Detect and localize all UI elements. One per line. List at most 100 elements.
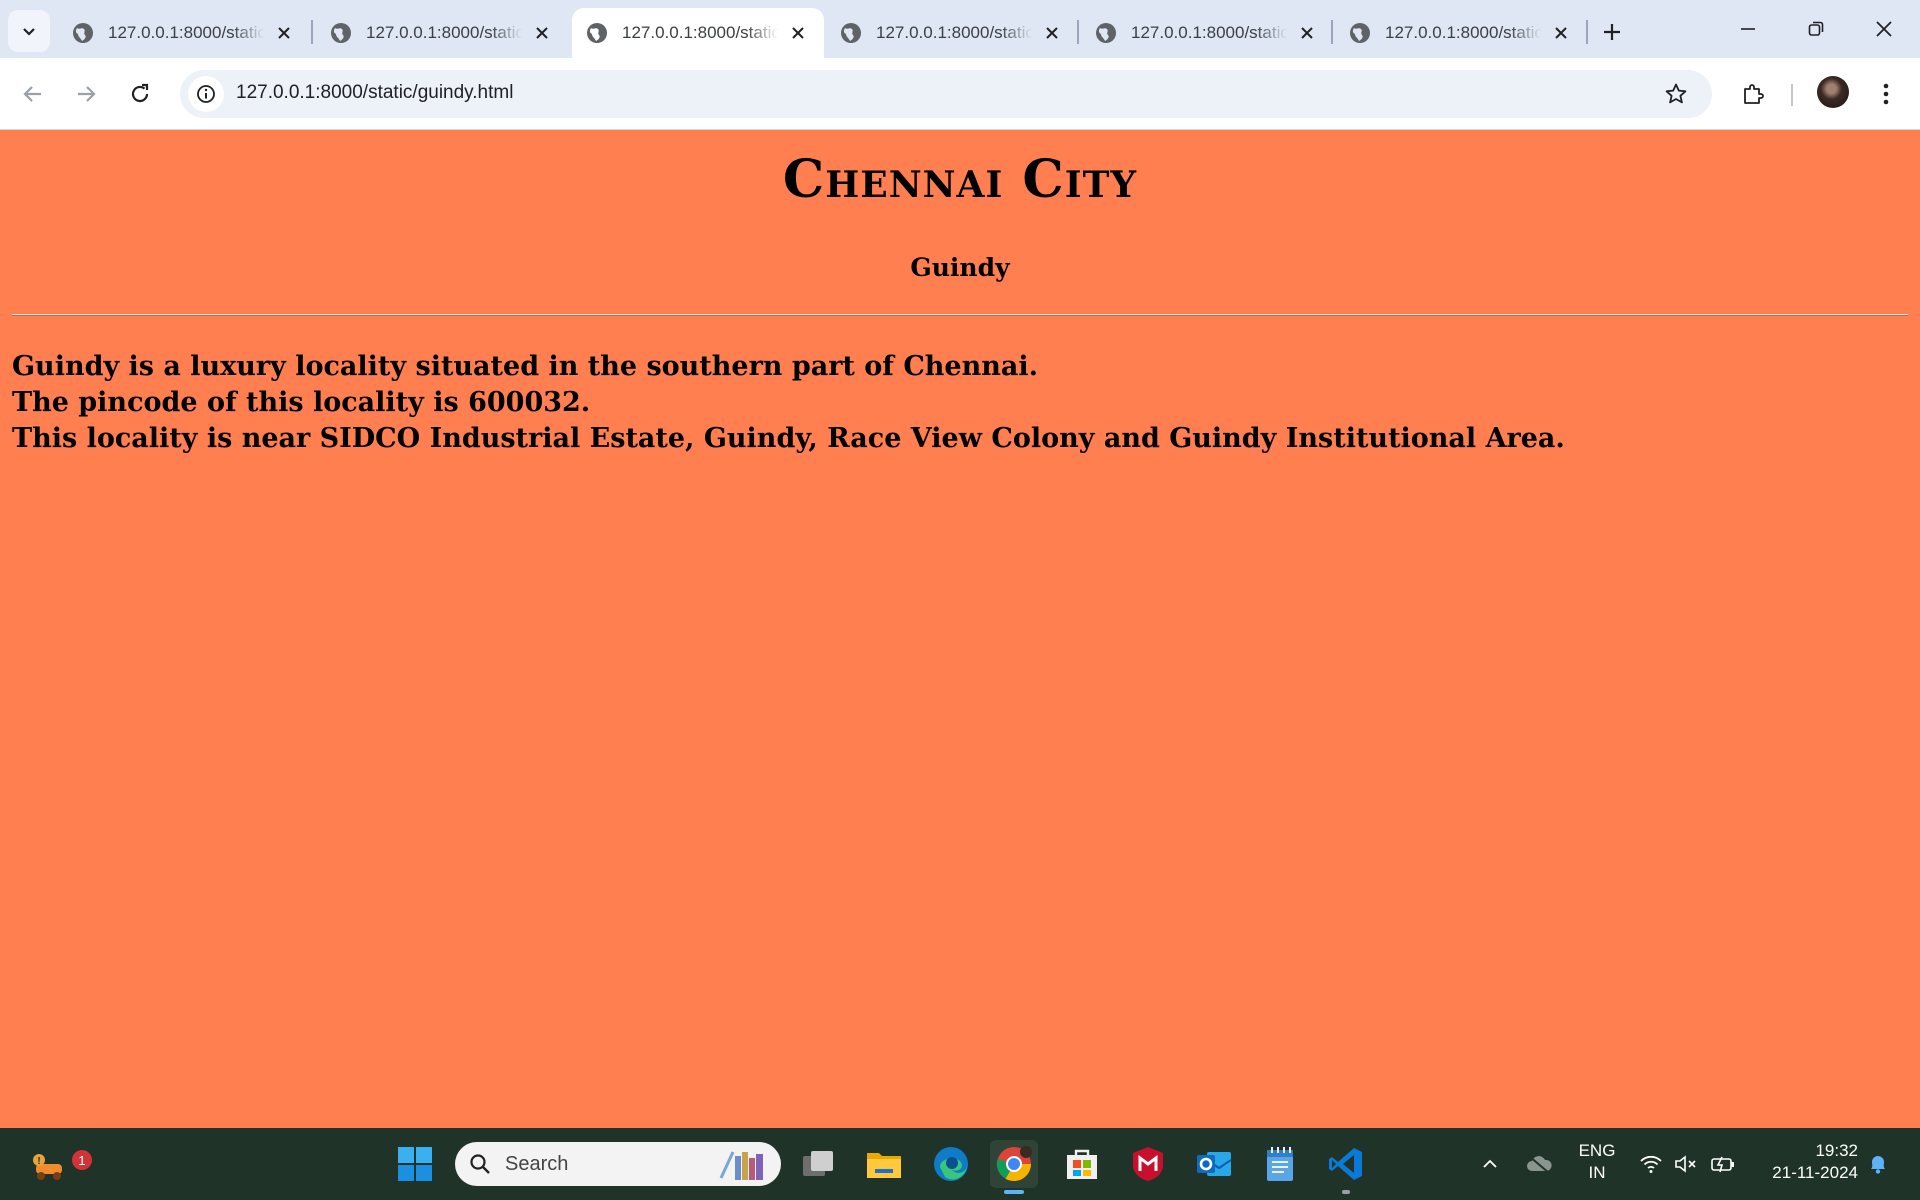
edge-icon: [934, 1147, 968, 1181]
minimize-icon: [1741, 28, 1755, 30]
widgets-button[interactable]: ! 1: [24, 1140, 92, 1188]
windows-start-icon: [398, 1147, 432, 1181]
info-icon: [197, 85, 215, 103]
reload-button[interactable]: [120, 74, 160, 114]
tab-separator: [1077, 20, 1079, 44]
star-icon: [1665, 83, 1687, 104]
outlook-icon: [1197, 1152, 1232, 1176]
start-button[interactable]: [391, 1140, 439, 1188]
close-icon[interactable]: [1295, 21, 1319, 45]
browser-tab[interactable]: 127.0.0.1:8000/static/: [58, 8, 310, 58]
running-app-indicator: [1342, 1190, 1350, 1194]
chrome-icon: [996, 1146, 1032, 1181]
minimize-button[interactable]: [1714, 0, 1782, 58]
chevron-up-icon: [1483, 1159, 1497, 1168]
close-icon[interactable]: [1040, 21, 1064, 45]
tab-title: 127.0.0.1:8000/static/: [1385, 23, 1541, 42]
taskbar-search[interactable]: Search: [455, 1142, 781, 1186]
region-code: IN: [1588, 1163, 1606, 1182]
outlook-button[interactable]: [1190, 1140, 1238, 1188]
arrow-left-icon: [23, 86, 41, 102]
browser-tab[interactable]: 127.0.0.1:8000/static/: [1081, 8, 1333, 58]
page-title: Chennai City: [782, 149, 1138, 210]
clock[interactable]: 19:32 21-11-2024: [1750, 1140, 1858, 1184]
notifications-button[interactable]: [1864, 1128, 1892, 1200]
books-icon: [719, 1151, 763, 1180]
puzzle-icon: [1744, 84, 1764, 104]
reload-icon: [131, 83, 149, 103]
file-explorer-button[interactable]: [860, 1140, 908, 1188]
new-tab-button[interactable]: [1594, 14, 1630, 50]
close-icon[interactable]: [272, 21, 296, 45]
notepad-button[interactable]: [1256, 1140, 1304, 1188]
active-app-indicator: [1004, 1190, 1024, 1194]
volume-status[interactable]: [1672, 1128, 1700, 1200]
store-icon: [1067, 1149, 1097, 1179]
profile-avatar[interactable]: [1817, 76, 1849, 108]
more-vertical-icon: [1883, 83, 1889, 105]
browser-tab[interactable]: 127.0.0.1:8000/static/: [1335, 8, 1587, 58]
store-button[interactable]: [1058, 1140, 1106, 1188]
page-subtitle: Guindy: [910, 253, 1010, 282]
folder-icon: [867, 1153, 901, 1178]
locality-description: Guindy is a luxury locality situated in …: [12, 349, 1565, 457]
volume-muted-icon: [1675, 1155, 1696, 1173]
url-text[interactable]: 127.0.0.1:8000/static/guindy.html: [236, 82, 513, 104]
description-line: This locality is near SIDCO Industrial E…: [12, 423, 1565, 454]
show-hidden-icons-button[interactable]: [1475, 1128, 1505, 1200]
bell-icon: [1871, 1156, 1885, 1174]
close-icon[interactable]: [786, 21, 810, 45]
close-icon[interactable]: [530, 21, 554, 45]
bookmark-button[interactable]: [1660, 78, 1692, 110]
cloud-offline-icon: [1527, 1155, 1552, 1174]
mcafee-button[interactable]: [1124, 1140, 1172, 1188]
tab-title: 127.0.0.1:8000/static/: [108, 23, 264, 42]
language-code: ENG: [1578, 1141, 1616, 1160]
edge-button[interactable]: [927, 1140, 975, 1188]
vscode-icon: [1329, 1148, 1362, 1180]
site-info-button[interactable]: [188, 76, 224, 112]
tab-separator: [311, 20, 313, 44]
tab-title: 127.0.0.1:8000/static/: [876, 23, 1032, 42]
description-line: The pincode of this locality is 600032.: [12, 387, 591, 418]
forward-button[interactable]: [66, 74, 106, 114]
browser-tab[interactable]: 127.0.0.1:8000/static/: [826, 8, 1078, 58]
extensions-button[interactable]: [1733, 74, 1773, 114]
globe-icon: [1096, 23, 1116, 43]
battery-status[interactable]: [1708, 1128, 1738, 1200]
tab-strip: 127.0.0.1:8000/static/ 127.0.0.1:8000/st…: [0, 0, 1920, 58]
tab-title: 127.0.0.1:8000/static/: [366, 23, 522, 42]
globe-icon: [587, 23, 607, 43]
globe-icon: [73, 23, 93, 43]
chrome-button[interactable]: [990, 1140, 1038, 1194]
menu-button[interactable]: [1866, 74, 1906, 114]
svg-text:!: !: [37, 1156, 40, 1167]
search-icon: [470, 1154, 490, 1174]
widgets-icon: !: [33, 1154, 62, 1180]
wifi-status[interactable]: [1637, 1128, 1665, 1200]
vscode-button[interactable]: [1322, 1140, 1370, 1194]
arrow-right-icon: [78, 86, 96, 102]
restore-button[interactable]: [1782, 0, 1850, 58]
close-icon[interactable]: [1549, 21, 1573, 45]
language-indicator[interactable]: ENG IN: [1572, 1140, 1622, 1184]
onedrive-button[interactable]: [1522, 1128, 1556, 1200]
browser-tab[interactable]: 127.0.0.1:8000/static/: [316, 8, 568, 58]
description-line: Guindy is a luxury locality situated in …: [12, 351, 1039, 382]
address-bar[interactable]: 127.0.0.1:8000/static/guindy.html: [180, 70, 1712, 118]
tab-separator: [1331, 20, 1333, 44]
close-window-button[interactable]: [1850, 0, 1918, 58]
notification-badge: 1: [72, 1150, 92, 1170]
task-view-button[interactable]: [794, 1140, 842, 1188]
notepad-icon: [1267, 1147, 1293, 1181]
tab-title: 127.0.0.1:8000/static/: [622, 23, 778, 42]
tab-search-button[interactable]: [8, 10, 50, 52]
restore-icon: [1808, 21, 1824, 36]
browser-tab-active[interactable]: 127.0.0.1:8000/static/: [572, 8, 824, 58]
globe-icon: [1350, 23, 1370, 43]
search-placeholder: Search: [505, 1152, 569, 1175]
task-view-icon: [803, 1151, 833, 1176]
back-button[interactable]: [13, 74, 53, 114]
time-text: 19:32: [1815, 1141, 1858, 1160]
globe-icon: [331, 23, 351, 43]
